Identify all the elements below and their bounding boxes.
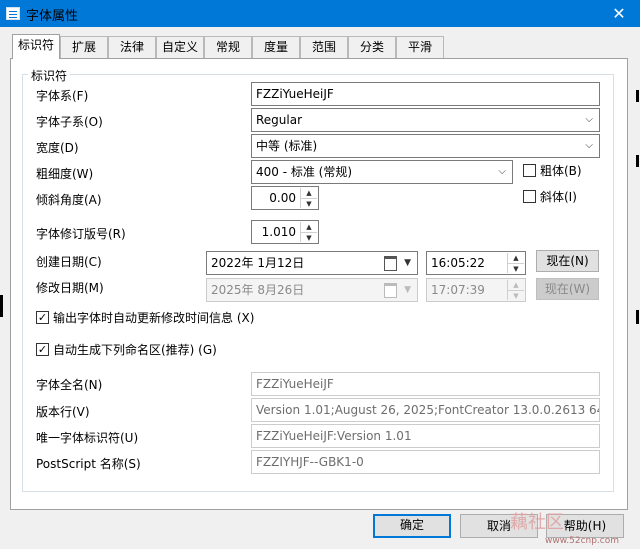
group-title: 标识符 [28, 67, 71, 84]
tab-extended[interactable]: 扩展 [60, 36, 108, 58]
width-value: 中等 (标准) [256, 139, 318, 153]
chevron-down-icon[interactable]: ⌵ [498, 161, 506, 183]
postscript-label: PostScript 名称(S) [36, 457, 141, 471]
window-title: 字体属性 [26, 9, 79, 24]
auto-update-label[interactable]: 输出字体时自动更新修改时间信息 (X) [53, 310, 254, 326]
subfamily-value: Regular [256, 113, 303, 127]
modified-time-value: 17:07:39 [431, 283, 485, 297]
chevron-down-icon[interactable]: ▼ [404, 252, 411, 274]
created-time-stepper[interactable]: 16:05:22 ▲ ▼ [426, 251, 526, 275]
tab-metrics[interactable]: 度量 [252, 36, 300, 58]
modified-date-value: 2025年 8月26日 [211, 283, 305, 297]
family-input[interactable]: FZZiYueHeiJF [251, 82, 600, 106]
version-field[interactable]: Version 1.01;August 26, 2025;FontCreator… [251, 398, 600, 422]
weight-select[interactable]: 400 - 标准 (常规) ⌵ [251, 160, 513, 184]
width-select[interactable]: 中等 (标准) ⌵ [251, 134, 600, 158]
subfamily-label: 字体子系(O) [36, 115, 103, 129]
slant-value: 0.00 [269, 191, 296, 205]
background-edge [636, 90, 639, 102]
auto-update-checkbox[interactable]: ✓ [36, 311, 49, 324]
revision-stepper[interactable]: 1.010 ▲ ▼ [251, 220, 319, 244]
background-edge [636, 310, 639, 324]
close-button[interactable]: ✕ [598, 0, 640, 27]
created-time-value: 16:05:22 [431, 256, 485, 270]
width-label: 宽度(D) [36, 141, 79, 155]
created-date-value: 2022年 1月12日 [211, 256, 305, 270]
revision-value: 1.010 [261, 225, 296, 239]
spin-arrows-icon[interactable]: ▲ ▼ [300, 222, 317, 242]
slant-stepper[interactable]: 0.00 ▲ ▼ [251, 186, 319, 210]
version-label: 版本行(V) [36, 405, 90, 419]
chevron-down-icon[interactable]: ⌵ [585, 135, 593, 157]
spin-arrows-icon: ▲ ▼ [507, 280, 524, 300]
tab-legal[interactable]: 法律 [108, 36, 156, 58]
tab-ranges[interactable]: 范围 [300, 36, 348, 58]
spin-arrows-icon[interactable]: ▲ ▼ [300, 188, 317, 208]
slant-label: 倾斜角度(A) [36, 193, 102, 207]
revision-label: 字体修订版号(R) [36, 227, 126, 241]
bold-label[interactable]: 粗体(B) [540, 163, 582, 179]
italic-checkbox[interactable] [523, 190, 536, 203]
title-bar [0, 0, 640, 27]
tab-identifier[interactable]: 标识符 [12, 34, 60, 59]
fullname-field[interactable]: FZZiYueHeiJF [251, 372, 600, 396]
family-label: 字体系(F) [36, 89, 89, 103]
ok-button[interactable]: 确定 [373, 514, 451, 538]
modified-time-stepper[interactable]: 17:07:39 ▲ ▼ [426, 278, 526, 302]
auto-names-checkbox[interactable]: ✓ [36, 343, 49, 356]
modified-label: 修改日期(M) [36, 281, 104, 295]
postscript-field[interactable]: FZZIYHJF--GBK1-0 [251, 450, 600, 474]
auto-names-label[interactable]: 自动生成下列命名区(推荐) (G) [53, 342, 217, 358]
tab-smoothing[interactable]: 平滑 [396, 36, 444, 58]
font-properties-icon [6, 7, 20, 20]
tab-classification[interactable]: 分类 [348, 36, 396, 58]
fullname-label: 字体全名(N) [36, 378, 103, 392]
modified-now-button[interactable]: 现在(W) [536, 278, 599, 300]
created-now-button[interactable]: 现在(N) [536, 250, 599, 272]
italic-label[interactable]: 斜体(I) [540, 189, 577, 205]
created-date-picker[interactable]: 2022年 1月12日 ▼ [206, 251, 418, 275]
watermark-url: www.52cnp.com [545, 536, 620, 546]
tab-general[interactable]: 常规 [204, 36, 252, 58]
background-edge [0, 295, 3, 317]
background-edge [636, 155, 639, 167]
created-label: 创建日期(C) [36, 255, 102, 269]
spin-arrows-icon[interactable]: ▲ ▼ [507, 253, 524, 273]
chevron-down-icon[interactable]: ⌵ [585, 109, 593, 131]
chevron-down-icon: ▼ [404, 285, 411, 295]
calendar-icon[interactable] [384, 256, 397, 271]
weight-value: 400 - 标准 (常规) [256, 165, 353, 179]
unique-id-label: 唯一字体标识符(U) [36, 431, 139, 445]
subfamily-combobox[interactable]: Regular ⌵ [251, 108, 600, 132]
bold-checkbox[interactable] [523, 164, 536, 177]
modified-date-picker[interactable]: 2025年 8月26日 ▼ [206, 278, 418, 302]
unique-id-field[interactable]: FZZiYueHeiJF:Version 1.01 [251, 424, 600, 448]
weight-label: 粗细度(W) [36, 167, 94, 181]
tab-custom[interactable]: 自定义 [156, 36, 204, 58]
calendar-icon [384, 283, 397, 298]
